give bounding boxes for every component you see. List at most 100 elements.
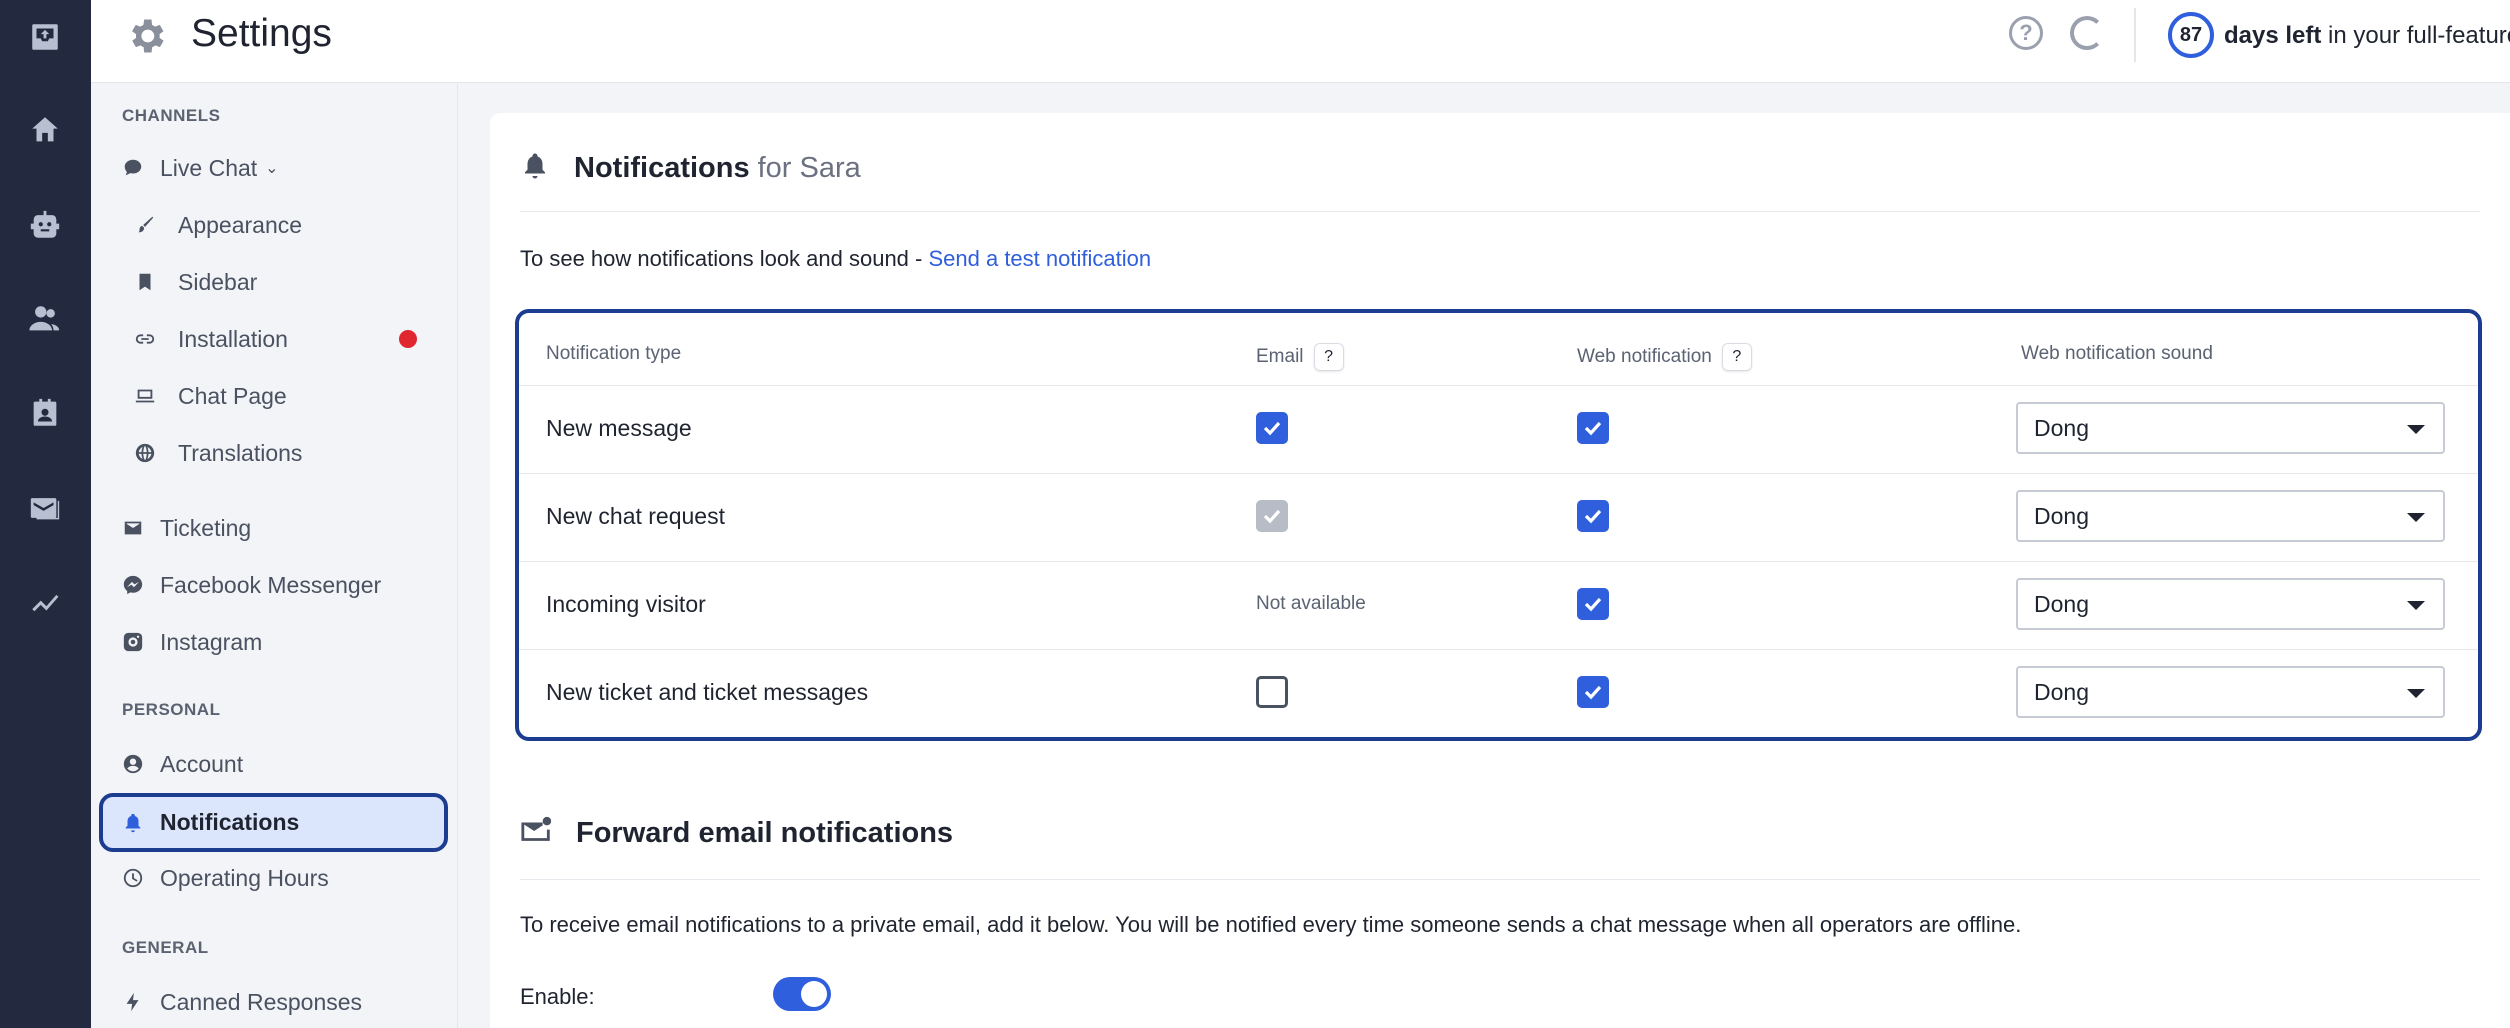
sound-select-new-message[interactable]: Dong: [2016, 402, 2445, 454]
intro-text: To see how notifications look and sound …: [520, 246, 929, 271]
sidebar-item-facebook-messenger[interactable]: Facebook Messenger: [122, 562, 381, 608]
sidebar-item-live-chat[interactable]: Live Chat ⌄: [122, 145, 279, 191]
sidebar-item-translations[interactable]: Translations: [134, 430, 302, 476]
checkbox-checked[interactable]: [1577, 412, 1609, 444]
sidebar-item-appearance[interactable]: Appearance: [134, 202, 302, 248]
toggle-knob: [801, 981, 827, 1007]
checkbox-checked-disabled: [1256, 500, 1288, 532]
web-checkbox-new-message[interactable]: [1577, 398, 1609, 458]
chatbot-icon[interactable]: [22, 202, 68, 248]
forward-section-title: Forward email notifications: [576, 816, 954, 849]
enable-label: Enable:: [520, 984, 595, 1009]
notifications-card: Notifications for Sara To see how notifi…: [490, 113, 2510, 1028]
left-rail: [0, 0, 91, 1028]
test-notification-intro: To see how notifications look and sound …: [520, 246, 1151, 272]
analytics-icon[interactable]: [22, 579, 68, 625]
sound-select-incoming-visitor[interactable]: Dong: [2016, 578, 2445, 630]
question-circle-icon[interactable]: ?: [2009, 16, 2043, 50]
row-divider: [519, 561, 2478, 562]
checkbox-checked[interactable]: [1256, 412, 1288, 444]
column-header-label: Notification type: [546, 343, 682, 364]
row-divider: [519, 473, 2478, 474]
gear-icon: [124, 14, 168, 58]
trial-days-counter: 87: [2168, 12, 2214, 58]
sound-dropdown[interactable]: Dong: [2016, 490, 2445, 542]
email-checkbox-new-message[interactable]: [1256, 398, 1288, 458]
sidebar-item-label: Appearance: [178, 211, 303, 238]
sidebar-item-label: Ticketing: [160, 514, 252, 541]
sound-value: Dong: [2034, 502, 2089, 529]
sound-dropdown[interactable]: Dong: [2016, 402, 2445, 454]
messenger-icon: [122, 574, 144, 596]
sound-value: Dong: [2034, 414, 2089, 441]
caret-down-icon: [2407, 689, 2425, 698]
trial-days-bold: days left: [2224, 22, 2322, 49]
checkbox-checked[interactable]: [1577, 676, 1609, 708]
sidebar-item-label: Live Chat: [160, 154, 258, 181]
sidebar-item-operating-hours[interactable]: Operating Hours: [122, 855, 329, 901]
sidebar-item-instagram[interactable]: Instagram: [122, 619, 262, 665]
column-header-type: Notification type: [546, 343, 681, 365]
divider: [520, 211, 2480, 212]
trial-status-text[interactable]: days left in your full-featured: [2224, 22, 2510, 50]
email-checkbox-new-ticket[interactable]: [1256, 662, 1288, 722]
notification-settings-table: Notification type Email? Web notificatio…: [515, 309, 2482, 741]
page-title: Settings: [191, 12, 332, 55]
help-tooltip-icon[interactable]: ?: [1313, 343, 1344, 371]
sidebar-item-canned-responses[interactable]: Canned Responses: [122, 979, 362, 1025]
sound-dropdown[interactable]: Dong: [2016, 578, 2445, 630]
section-head-personal: PERSONAL: [122, 700, 221, 719]
tickets-icon[interactable]: [22, 390, 68, 436]
checkbox-checked[interactable]: [1577, 588, 1609, 620]
sidebar-item-installation[interactable]: Installation: [134, 316, 288, 362]
send-test-notification-link[interactable]: Send a test notification: [928, 246, 1151, 271]
sidebar-item-label: Notifications: [160, 809, 300, 835]
sidebar-item-label: Instagram: [160, 628, 263, 655]
brush-icon: [134, 214, 156, 236]
home-icon[interactable]: [22, 107, 68, 153]
forward-email-header: Forward email notifications: [520, 808, 953, 858]
sound-select-new-chat-request[interactable]: Dong: [2016, 490, 2445, 542]
sidebar-item-chat-page[interactable]: Chat Page: [134, 373, 287, 419]
web-checkbox-new-ticket[interactable]: [1577, 662, 1609, 722]
checkbox-unchecked[interactable]: [1256, 676, 1288, 708]
column-header-sound: Web notification sound: [2021, 343, 2213, 365]
sound-dropdown[interactable]: Dong: [2016, 666, 2445, 718]
laptop-icon: [134, 385, 156, 407]
sound-select-new-ticket[interactable]: Dong: [2016, 666, 2445, 718]
notifications-header: Notifications for Sara: [520, 143, 861, 193]
email-checkbox-new-chat-request: [1256, 486, 1288, 546]
row-divider: [519, 385, 2478, 386]
sidebar-item-ticketing[interactable]: Ticketing: [122, 505, 251, 551]
sidebar-item-label: Chat Page: [178, 382, 287, 409]
chevron-down-icon: ⌄: [265, 160, 279, 177]
sidebar-item-account[interactable]: Account: [122, 741, 243, 787]
contacts-icon[interactable]: [22, 296, 68, 342]
email-not-available: Not available: [1256, 593, 1366, 614]
lightning-icon: [122, 991, 144, 1013]
checkbox-checked[interactable]: [1577, 500, 1609, 532]
link-icon: [134, 328, 156, 350]
mail-notification-icon: [520, 814, 554, 853]
sidebar-item-notifications[interactable]: Notifications: [99, 793, 448, 852]
sidebar-item-sidebar[interactable]: Sidebar: [134, 259, 257, 305]
sidebar-item-label: Operating Hours: [160, 864, 329, 891]
column-header-label: Web notification sound: [2021, 343, 2213, 364]
user-circle-icon: [122, 753, 144, 775]
row-label-new-ticket: New ticket and ticket messages: [546, 678, 869, 705]
caret-down-icon: [2407, 601, 2425, 610]
enable-forward-toggle[interactable]: [773, 977, 831, 1011]
row-divider: [519, 649, 2478, 650]
help-tooltip-icon[interactable]: ?: [1721, 343, 1752, 371]
mail-inbox-icon[interactable]: [22, 485, 68, 531]
section-head-channels: CHANNELS: [122, 106, 221, 125]
row-label-new-chat-request: New chat request: [546, 502, 725, 529]
web-checkbox-incoming-visitor[interactable]: [1577, 574, 1609, 634]
clock-icon: [122, 867, 144, 889]
sound-value: Dong: [2034, 678, 2089, 705]
globe-icon: [134, 442, 156, 464]
web-checkbox-new-chat-request[interactable]: [1577, 486, 1609, 546]
header-divider: [2134, 8, 2136, 62]
section-head-general: GENERAL: [122, 938, 209, 957]
inbox-logo-icon[interactable]: [22, 14, 68, 60]
